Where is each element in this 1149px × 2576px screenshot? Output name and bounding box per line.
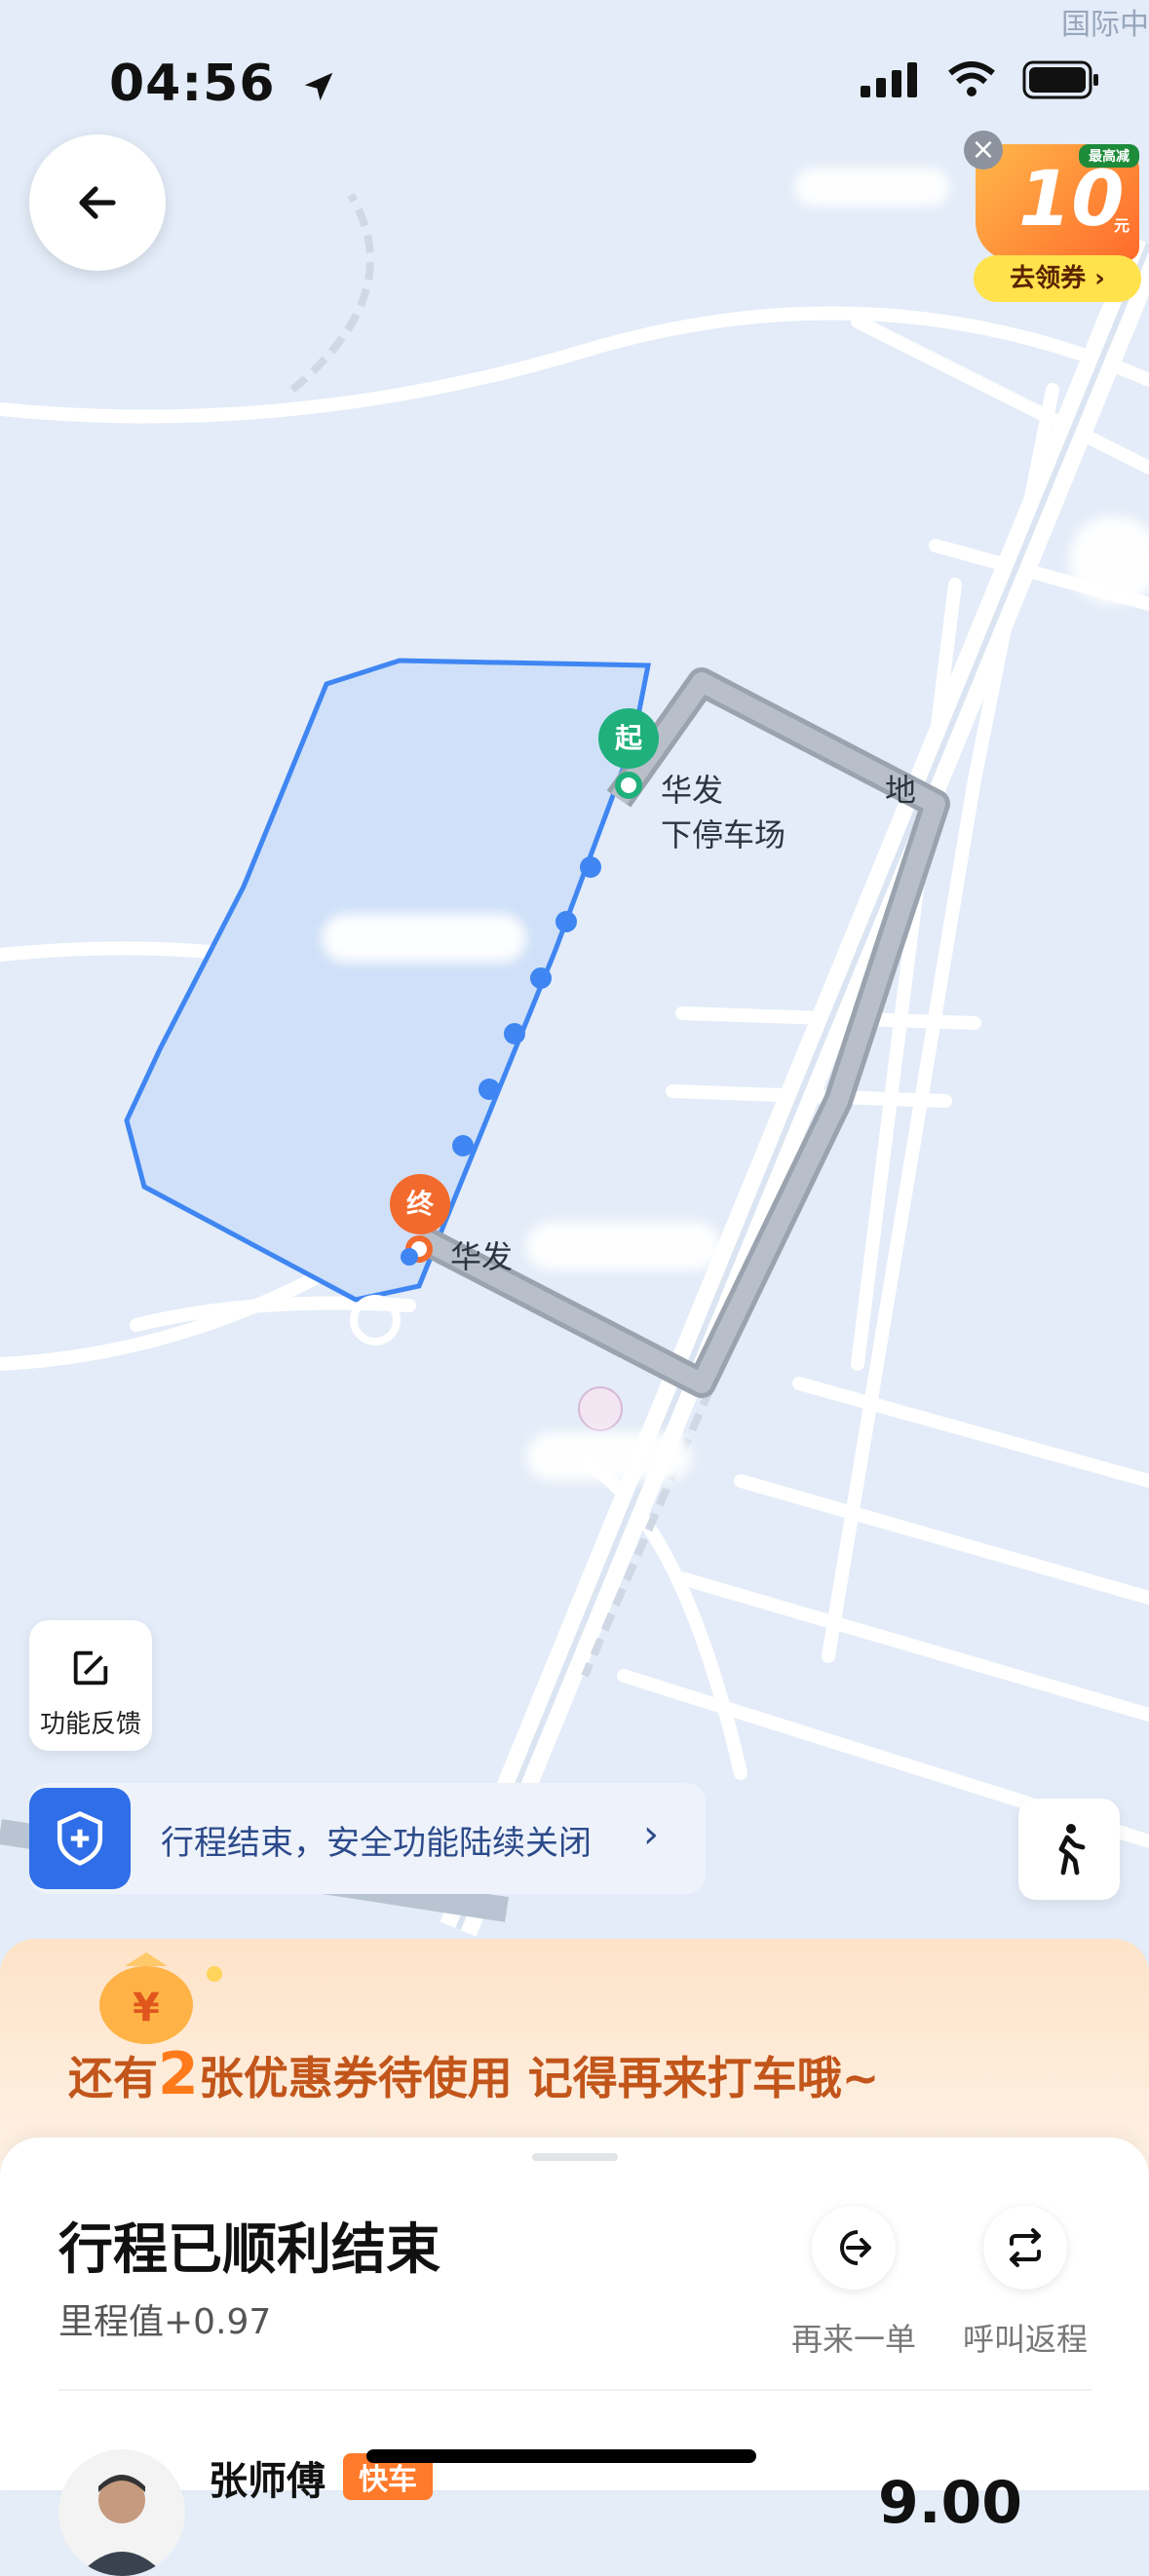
reorder-icon <box>840 2230 871 2265</box>
trip-status-title: 行程已顺利结束 <box>58 2218 440 2282</box>
home-indicator[interactable] <box>366 2449 756 2463</box>
safety-shield-icon <box>29 1788 131 1889</box>
cellular-signal-icon <box>861 62 917 97</box>
start-location-label: 华发地 下停车场 <box>661 772 917 853</box>
reorder-button[interactable]: 再来一单 <box>766 2206 941 2360</box>
safety-notice[interactable]: 行程结束，安全功能陆续关闭 › <box>29 1783 706 1894</box>
sheet-divider <box>58 2389 1092 2391</box>
driver-name: 张师傅 <box>209 2459 326 2504</box>
walk-navigation-button[interactable] <box>1018 1799 1120 1900</box>
map-canvas[interactable] <box>0 0 1149 2046</box>
trip-price: 9.00 <box>877 2469 1022 2537</box>
location-arrow-icon <box>304 72 332 101</box>
coupon-ad[interactable]: 最高减 10 元 去领券 › × <box>964 131 1143 302</box>
feedback-label: 功能反馈 <box>39 1710 141 1739</box>
status-time: 04:56 <box>109 55 337 113</box>
trip-summary-sheet[interactable]: 行程已顺利结束 里程值+0.97 再来一单 呼叫返程 张师傅 快车 9.00 <box>0 2138 1149 2576</box>
end-location-label: 华发 <box>450 1238 514 1275</box>
close-icon[interactable]: × <box>964 131 1003 170</box>
safety-text: 行程结束，安全功能陆续关闭 <box>161 1824 592 1863</box>
map-corner-label: 国际中 <box>1061 8 1149 42</box>
return-trip-label: 呼叫返程 <box>962 2321 1088 2358</box>
start-pin: 起 <box>598 708 659 769</box>
wifi-icon <box>948 61 995 96</box>
coupon-reminder-text: 还有2张优惠券待使用 记得再来打车哦~ <box>68 2040 880 2108</box>
swap-arrows-icon <box>1010 2228 1041 2267</box>
reorder-circle <box>812 2206 896 2290</box>
avatar[interactable] <box>58 2449 185 2576</box>
edit-icon <box>73 1650 108 1686</box>
feedback-button[interactable]: 功能反馈 <box>29 1620 152 1751</box>
reorder-label: 再来一单 <box>790 2321 916 2358</box>
arrow-left-icon <box>79 186 116 219</box>
walking-person-icon <box>1058 1824 1086 1875</box>
return-trip-button[interactable]: 呼叫返程 <box>938 2206 1113 2360</box>
coupon-unit: 元 <box>1114 216 1130 235</box>
coupon-card[interactable]: 最高减 10 元 <box>976 144 1139 261</box>
svg-text:¥: ¥ <box>133 1986 160 2030</box>
status-icons <box>861 60 1100 99</box>
sheet-drag-handle[interactable] <box>532 2153 618 2161</box>
driver-avatar-icon <box>78 2475 166 2576</box>
mileage-value: 里程值+0.97 <box>58 2302 272 2342</box>
end-pin: 终 <box>390 1174 450 1234</box>
battery-icon <box>1022 60 1098 99</box>
claim-coupon-button[interactable]: 去领券 › <box>974 255 1141 302</box>
money-bag-icon: ¥ <box>99 1952 222 2044</box>
start-point <box>615 772 642 799</box>
return-trip-circle <box>983 2206 1067 2290</box>
coupon-amount: 10 <box>1018 156 1125 244</box>
chevron-right-icon: › <box>643 1812 659 1857</box>
back-button[interactable] <box>29 134 166 271</box>
